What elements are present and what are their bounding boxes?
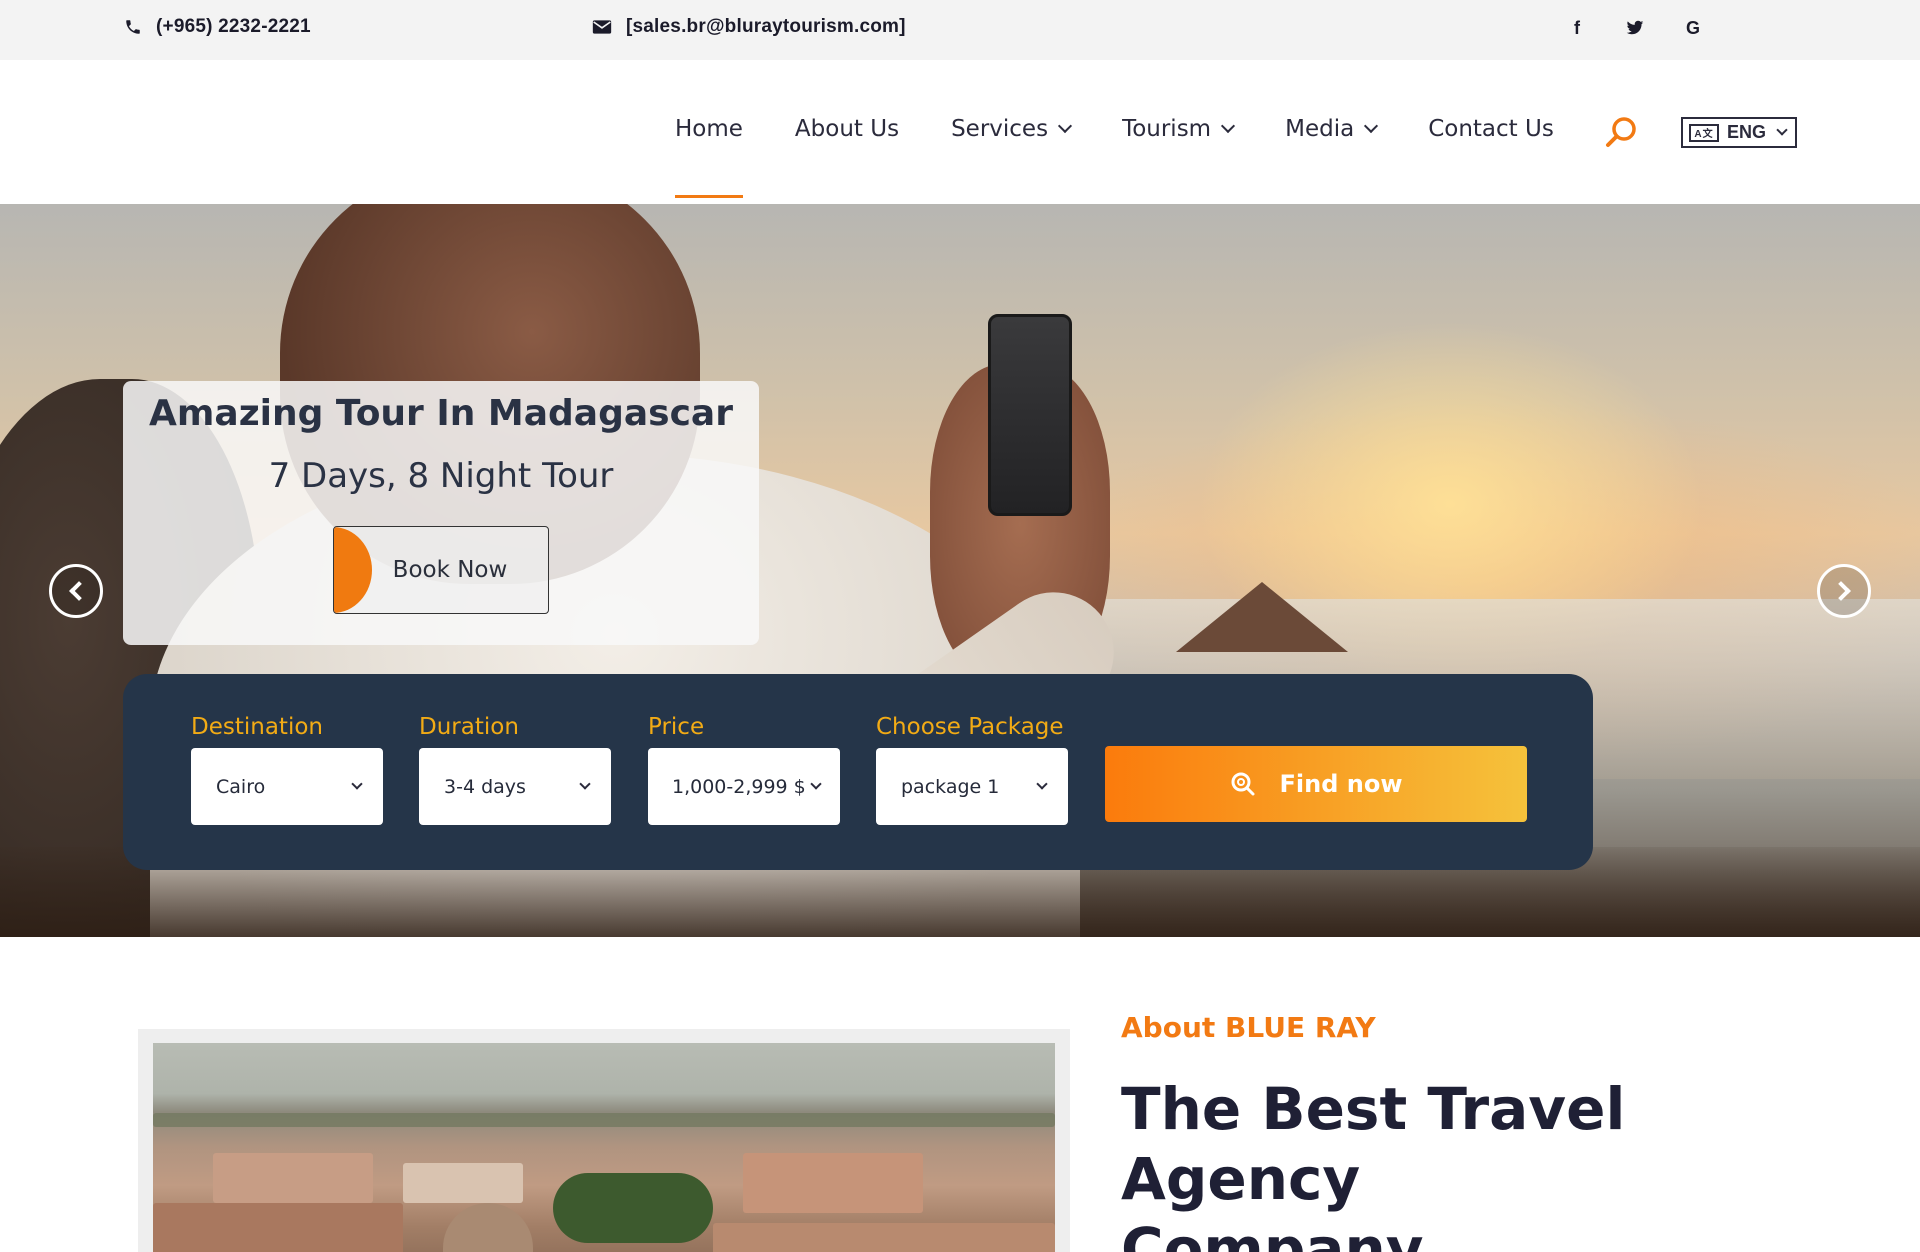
twitter-icon[interactable] [1626, 16, 1644, 40]
price-field: Price 1,000-2,999 $ [648, 714, 840, 825]
chevron-down-icon [1057, 118, 1073, 134]
slide-caption-card: Amazing Tour In Madagascar 7 Days, 8 Nig… [123, 381, 759, 645]
search-icon[interactable] [1603, 115, 1639, 151]
city-treeline [153, 1113, 1055, 1127]
slider-prev-button[interactable] [49, 564, 103, 618]
email-contact[interactable]: [sales.br@bluraytourism.com] [592, 16, 906, 38]
phone-icon [126, 20, 140, 34]
duration-label: Duration [419, 714, 519, 740]
phone-number: (+965) 2232-2221 [156, 16, 311, 37]
about-kicker: About BLUE RAY [1121, 1011, 1376, 1044]
phone-contact[interactable]: (+965) 2232-2221 [124, 16, 311, 38]
city-block [153, 1203, 403, 1252]
package-label: Choose Package [876, 714, 1064, 740]
nav-item-home[interactable]: Home [675, 116, 743, 198]
tour-search-panel: Destination Cairo Duration 3-4 days Pric… [123, 674, 1593, 870]
mail-icon [592, 20, 612, 34]
nav-item-tourism[interactable]: Tourism [1122, 116, 1236, 142]
email-address: [sales.br@bluraytourism.com] [626, 16, 906, 37]
about-image-frame [138, 1029, 1070, 1252]
destination-select[interactable]: Cairo [191, 748, 383, 825]
top-bar: (+965) 2232-2221 [sales.br@bluraytourism… [0, 0, 1920, 60]
city-block [743, 1153, 923, 1213]
nav-item-contact-us[interactable]: Contact Us [1428, 116, 1554, 142]
price-label: Price [648, 714, 705, 740]
price-select[interactable]: 1,000-2,999 $ [648, 748, 840, 825]
chevron-left-icon [69, 581, 89, 601]
chevron-down-icon [1364, 118, 1379, 134]
slide-subtitle: 7 Days, 8 Night Tour [268, 456, 614, 496]
city-park [553, 1173, 713, 1243]
hero-phone [988, 314, 1072, 516]
nav-item-about-us[interactable]: About Us [795, 116, 899, 142]
city-block [403, 1163, 523, 1203]
language-selector[interactable]: A文 ENG [1681, 117, 1797, 148]
city-block [213, 1153, 373, 1203]
chevron-down-icon [351, 778, 363, 790]
chevron-down-icon [810, 778, 822, 790]
about-title: The Best Travel Agency Company. [1121, 1075, 1626, 1252]
find-now-button[interactable]: Find now [1105, 746, 1527, 822]
hero-slider: Amazing Tour In Madagascar 7 Days, 8 Nig… [0, 204, 1920, 937]
translate-icon: A文 [1689, 123, 1719, 142]
nav-menu: Home About Us Services Tourism Media Con… [675, 116, 1606, 198]
social-links: f G [1568, 16, 1702, 40]
city-castle [443, 1203, 533, 1252]
city-block [713, 1223, 1055, 1252]
chevron-down-icon [579, 778, 591, 790]
book-now-button[interactable]: Book Now [333, 526, 549, 614]
chevron-down-icon [1221, 118, 1236, 134]
nav-item-media[interactable]: Media [1285, 116, 1379, 142]
main-navigation: Home About Us Services Tourism Media Con… [0, 60, 1920, 204]
about-city-image [153, 1043, 1055, 1252]
duration-select[interactable]: 3-4 days [419, 748, 611, 825]
package-select[interactable]: package 1 [876, 748, 1068, 825]
search-icon [1231, 772, 1254, 796]
destination-label: Destination [191, 714, 323, 740]
facebook-icon[interactable]: f [1568, 16, 1586, 40]
package-field: Choose Package package 1 [876, 714, 1068, 825]
chevron-down-icon [1036, 778, 1048, 790]
chevron-right-icon [1831, 581, 1851, 601]
hero-umbrella [1176, 582, 1348, 652]
chevron-down-icon [1776, 124, 1788, 136]
nav-item-services[interactable]: Services [951, 116, 1073, 142]
slider-next-button[interactable] [1817, 564, 1871, 618]
duration-field: Duration 3-4 days [419, 714, 611, 825]
destination-field: Destination Cairo [191, 714, 383, 825]
slide-title: Amazing Tour In Madagascar [149, 393, 733, 434]
language-label: ENG [1727, 122, 1767, 142]
google-icon[interactable]: G [1684, 16, 1702, 40]
